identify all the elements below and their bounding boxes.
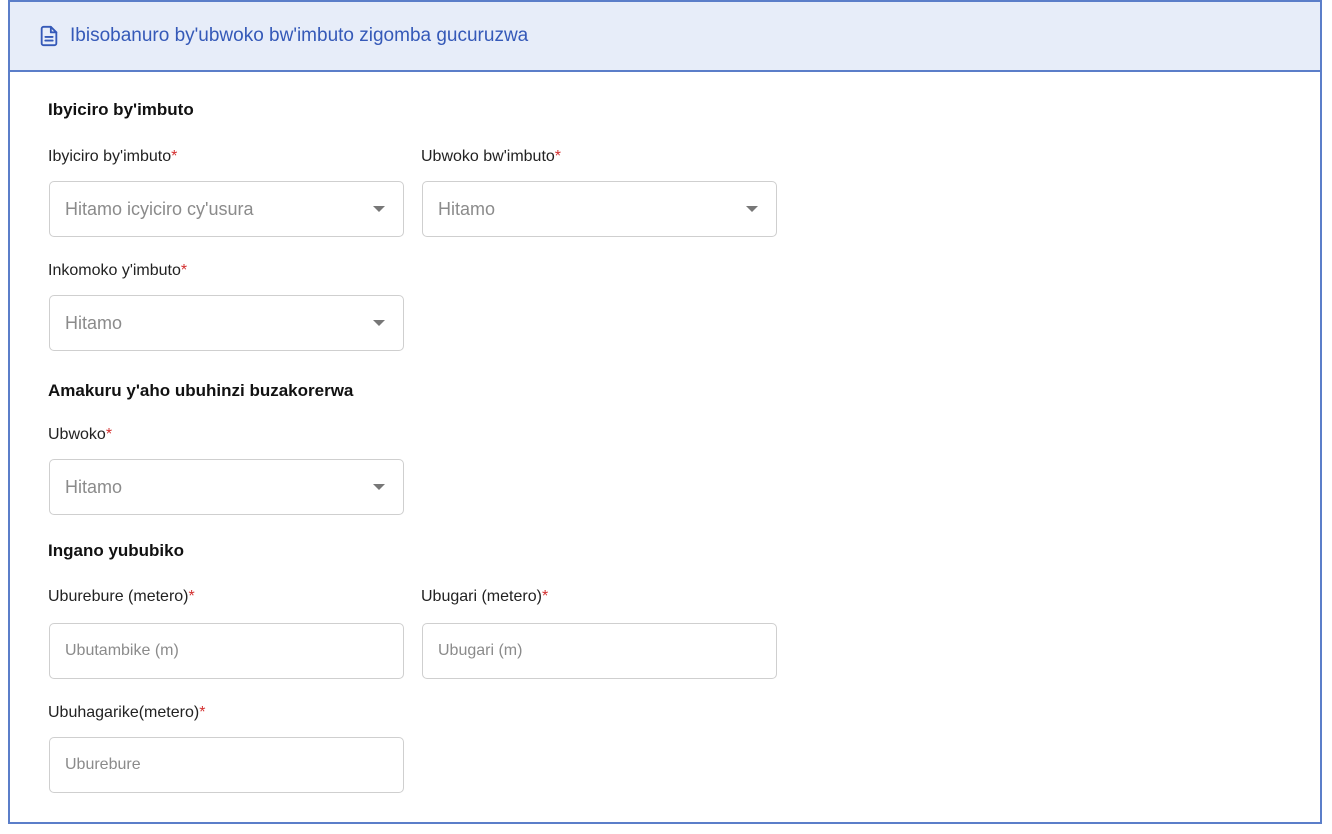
caret-down-icon [373, 320, 385, 326]
seed-source-placeholder: Hitamo [65, 312, 123, 333]
required-mark: * [188, 588, 195, 605]
card-title: Ibisobanuro by'ubwoko bw'imbuto zigomba … [70, 25, 529, 46]
seed-type-placeholder: Hitamo [438, 198, 496, 219]
card-header: Ibisobanuro by'ubwoko bw'imbuto zigomba … [10, 2, 1320, 72]
section-title-seed-stage: Ibyiciro by'imbuto [48, 100, 194, 119]
height-label: Ubuhagarike(metero)* [48, 704, 206, 721]
seed-type-label: Ubwoko bw'imbuto* [421, 148, 562, 165]
section-title-farm-info: Amakuru y'aho ubuhinzi buzakorerwa [48, 381, 354, 400]
caret-down-icon [746, 206, 758, 212]
width-input-wrapper [422, 623, 777, 679]
width-label: Ubugari (metero)* [421, 588, 549, 605]
caret-down-icon [373, 484, 385, 490]
caret-down-icon [373, 206, 385, 212]
farm-kind-select[interactable]: Hitamo [49, 459, 404, 515]
seed-stage-placeholder: Hitamo icyiciro cy'usura [65, 198, 254, 219]
length-label: Uburebure (metero)* [48, 588, 195, 605]
farm-kind-label: Ubwoko* [48, 426, 113, 443]
required-mark: * [180, 262, 188, 279]
required-mark: * [541, 588, 549, 605]
seed-details-card: Ibisobanuro by'ubwoko bw'imbuto zigomba … [8, 0, 1322, 824]
required-mark: * [199, 704, 206, 721]
required-mark: * [105, 426, 113, 443]
seed-stage-label: Ibyiciro by'imbuto* [48, 148, 178, 165]
seed-type-select[interactable]: Hitamo [422, 181, 777, 237]
length-input[interactable] [65, 642, 403, 660]
seed-stage-select[interactable]: Hitamo icyiciro cy'usura [49, 181, 404, 237]
document-icon [38, 25, 60, 47]
seed-source-label: Inkomoko y'imbuto* [48, 262, 188, 279]
length-input-wrapper [49, 623, 404, 679]
height-input[interactable] [65, 756, 403, 774]
required-mark: * [171, 148, 178, 165]
farm-kind-placeholder: Hitamo [65, 476, 123, 497]
required-mark: * [554, 148, 562, 165]
seed-source-select[interactable]: Hitamo [49, 295, 404, 351]
width-input[interactable] [438, 642, 776, 660]
height-input-wrapper [49, 737, 404, 793]
section-title-storage-size: Ingano yububiko [48, 541, 184, 560]
